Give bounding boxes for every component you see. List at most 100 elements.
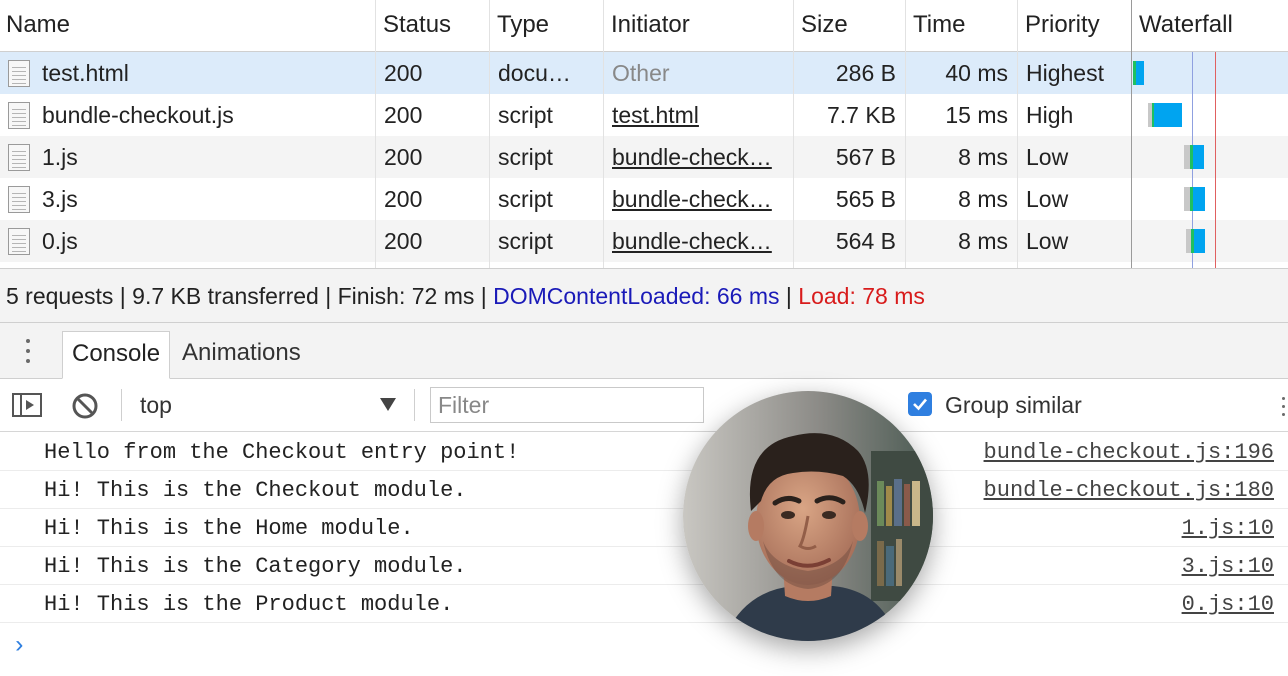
console-source-link[interactable]: bundle-checkout.js:196 (984, 433, 1274, 473)
time-cell: 8 ms (958, 228, 1008, 254)
priority-cell: Low (1026, 228, 1069, 254)
summary-separator: | (779, 283, 799, 309)
priority-cell: High (1026, 102, 1074, 128)
console-messages: Hello from the Checkout entry point! bund… (0, 433, 1288, 676)
waterfall-bar (1193, 187, 1205, 211)
more-options-icon[interactable] (1280, 397, 1288, 417)
table-row[interactable]: 0.js 200 script bundle-check… 564 B 8 ms Low (0, 220, 1288, 262)
context-selector[interactable]: top (140, 379, 172, 431)
request-name: test.html (42, 60, 129, 86)
console-source-link[interactable]: 0.js:10 (1182, 585, 1274, 625)
console-toolbar: top Group similar (0, 379, 1288, 432)
console-message: Hello from the Checkout entry point! bund… (0, 433, 1288, 471)
type-cell: script (498, 186, 553, 212)
console-prompt-icon[interactable]: › (12, 633, 26, 660)
type-cell: script (498, 102, 553, 128)
document-icon (8, 228, 30, 255)
console-message-text: Hi! This is the Home module. (44, 516, 414, 541)
type-cell: script (498, 144, 553, 170)
column-header-waterfall[interactable]: Waterfall (1133, 0, 1288, 51)
sidebar-toggle-icon[interactable] (12, 393, 42, 417)
priority-cell: Low (1026, 144, 1069, 170)
initiator-cell[interactable]: test.html (612, 94, 788, 136)
clear-console-icon[interactable] (71, 392, 99, 420)
summary-requests: 5 requests (6, 283, 114, 309)
load-marker (1215, 52, 1216, 268)
time-cell: 40 ms (945, 60, 1008, 86)
type-cell: docu… (498, 60, 571, 86)
waterfall-bar (1194, 229, 1205, 253)
avatar (683, 391, 933, 641)
summary-load: Load: 78 ms (798, 283, 925, 309)
console-message: Hi! This is the Home module. 1.js:10 (0, 509, 1288, 547)
request-name: bundle-checkout.js (42, 102, 234, 128)
document-icon (8, 60, 30, 87)
column-header-size[interactable]: Size (795, 0, 905, 51)
tab-animations[interactable]: Animations (173, 331, 310, 379)
column-divider (793, 0, 794, 268)
summary-separator: | (113, 283, 133, 309)
network-summary: 5 requests | 9.7 KB transferred | Finish… (0, 268, 1288, 323)
drawer-tabbar: Console Animations (0, 323, 1288, 379)
kebab-menu-icon[interactable] (24, 339, 32, 365)
column-header-type[interactable]: Type (491, 0, 603, 51)
waterfall-bar (1136, 61, 1144, 85)
column-header-initiator[interactable]: Initiator (605, 0, 793, 51)
console-message: Hi! This is the Checkout module. bundle-c… (0, 471, 1288, 509)
initiator-cell[interactable]: bundle-check… (612, 220, 788, 262)
document-icon (8, 186, 30, 213)
column-divider (1017, 0, 1018, 268)
column-divider (905, 0, 906, 268)
summary-transferred: 9.7 KB transferred (132, 283, 319, 309)
console-source-link[interactable]: 3.js:10 (1182, 547, 1274, 587)
request-name: 3.js (42, 186, 78, 212)
console-source-link[interactable]: 1.js:10 (1182, 509, 1274, 549)
time-cell: 8 ms (958, 186, 1008, 212)
summary-separator: | (474, 283, 494, 309)
column-header-time[interactable]: Time (907, 0, 1017, 51)
table-row[interactable]: 1.js 200 script bundle-check… 567 B 8 ms Low (0, 136, 1288, 178)
status-cell: 200 (384, 102, 423, 128)
console-message: Hi! This is the Category module. 3.js:10 (0, 547, 1288, 585)
status-cell: 200 (384, 60, 423, 86)
initiator-cell: Other (612, 60, 670, 86)
dropdown-caret-icon[interactable] (380, 398, 396, 411)
column-header-status[interactable]: Status (377, 0, 489, 51)
summary-finish: Finish: 72 ms (337, 283, 475, 309)
column-header-priority[interactable]: Priority (1019, 0, 1131, 51)
table-row[interactable]: 3.js 200 script bundle-check… 565 B 8 ms Low (0, 178, 1288, 220)
table-row[interactable]: test.html 200 docu… Other 286 B 40 ms Highest (0, 52, 1288, 94)
summary-separator: | (318, 283, 338, 309)
toolbar-separator (414, 389, 415, 421)
size-cell: 565 B (835, 186, 896, 212)
tab-console[interactable]: Console (62, 331, 171, 379)
initiator-cell[interactable]: bundle-check… (612, 136, 788, 178)
checkbox-checked-icon[interactable] (908, 392, 932, 416)
time-cell: 8 ms (958, 144, 1008, 170)
toolbar-separator (121, 389, 122, 421)
column-header-name[interactable]: Name (0, 0, 375, 51)
size-cell: 7.7 KB (826, 102, 896, 128)
waterfall-bar (1154, 103, 1182, 127)
console-source-link[interactable]: bundle-checkout.js:180 (984, 471, 1274, 511)
size-cell: 567 B (835, 144, 896, 170)
status-cell: 200 (384, 228, 423, 254)
summary-domcontentloaded: DOMContentLoaded: 66 ms (493, 283, 780, 309)
document-icon (8, 144, 30, 171)
initiator-cell[interactable]: bundle-check… (612, 178, 788, 220)
size-cell: 564 B (835, 228, 896, 254)
request-name: 0.js (42, 228, 78, 254)
column-divider (603, 0, 604, 268)
filter-input[interactable] (430, 387, 704, 423)
table-row[interactable]: bundle-checkout.js 200 script test.html 7.7 … (0, 94, 1288, 136)
console-message-text: Hi! This is the Product module. (44, 592, 454, 617)
group-similar-label[interactable]: Group similar (945, 379, 1082, 431)
status-cell: 200 (384, 186, 423, 212)
waterfall-bar (1193, 145, 1204, 169)
console-message: Hi! This is the Product module. 0.js:10 (0, 585, 1288, 623)
time-cell: 15 ms (945, 102, 1008, 128)
document-icon (8, 102, 30, 129)
priority-cell: Low (1026, 186, 1069, 212)
size-cell: 286 B (835, 60, 896, 86)
network-header: Name Status Type Initiator Size Time Pri… (0, 0, 1288, 52)
